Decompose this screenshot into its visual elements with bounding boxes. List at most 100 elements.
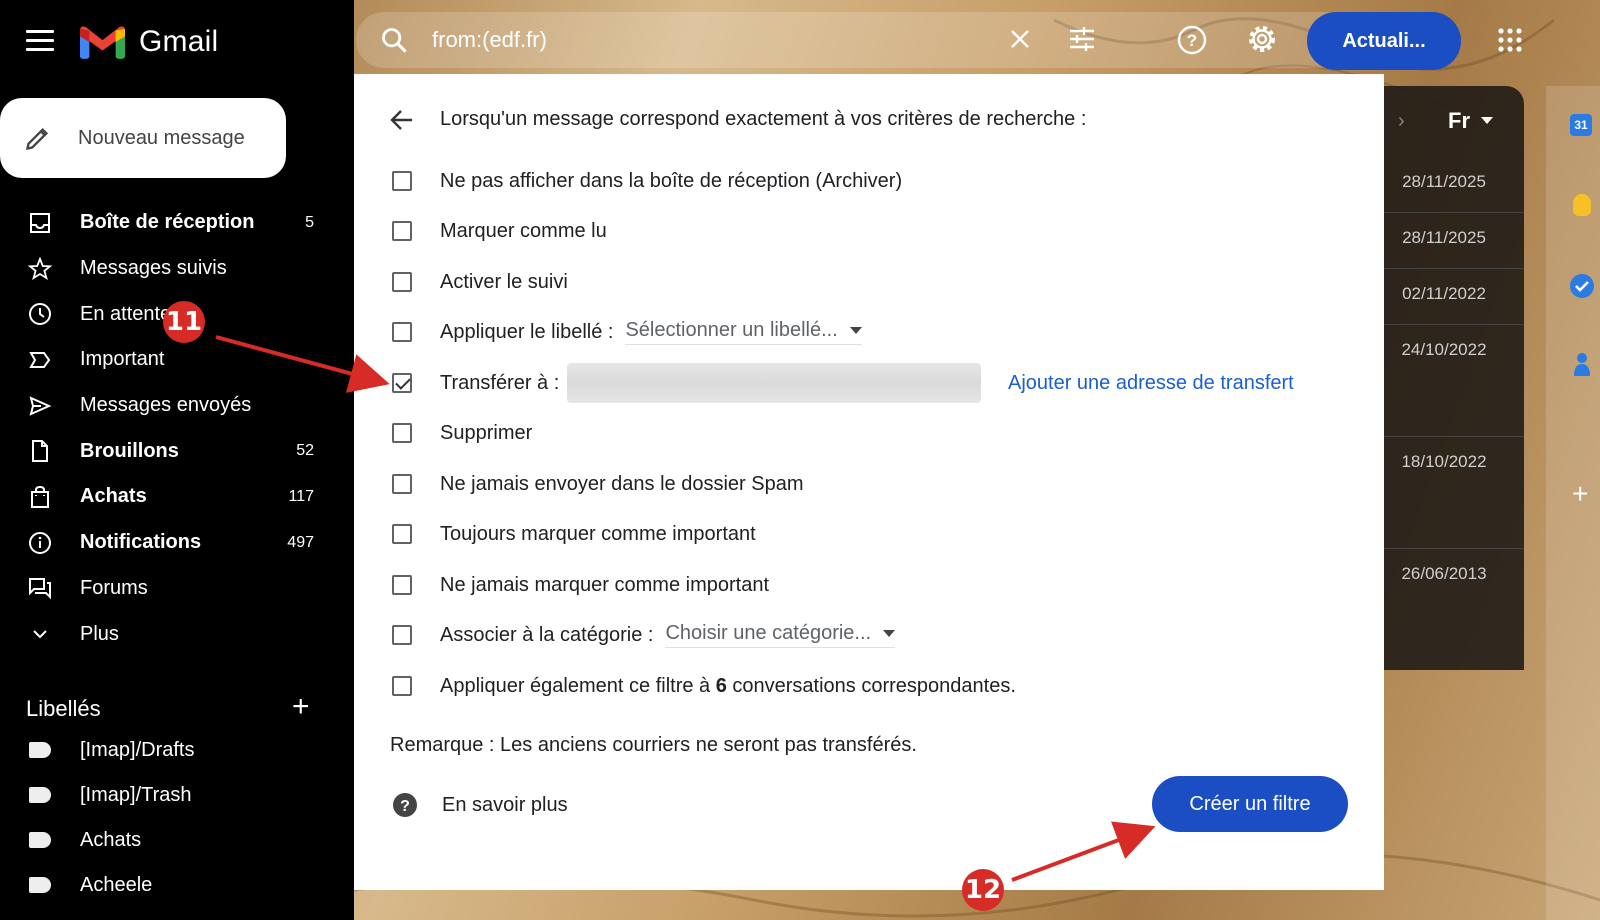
option-label-suffix: conversations correspondantes. [732, 674, 1016, 697]
row-divider [1364, 324, 1524, 325]
label-item[interactable]: Achats [0, 820, 330, 860]
caret-down-icon[interactable] [1481, 117, 1493, 130]
label-item[interactable]: [Imap]/Drafts [0, 730, 330, 770]
gmail-logo[interactable]: Gmail [80, 20, 218, 64]
filter-option: Marquer comme lu [392, 216, 607, 246]
sidebar-item-label: En attente [80, 302, 172, 325]
sidebar-item-label: Messages envoyés [80, 394, 252, 417]
label-tag-icon [29, 877, 51, 893]
send-icon [27, 393, 53, 419]
back-arrow-icon[interactable] [390, 108, 414, 132]
labels-heading: Libellés [26, 696, 101, 721]
update-button[interactable]: Actuali... [1307, 12, 1461, 70]
compose-button[interactable]: Nouveau message [0, 98, 286, 178]
label-name: [Imap]/Drafts [80, 738, 195, 761]
label-item[interactable]: [Imap]/Trash [0, 775, 330, 815]
sidebar-item-notifications[interactable]: Notifications 497 [0, 520, 330, 566]
unread-count: 497 [287, 533, 314, 551]
filter-option: Activer le suivi [392, 267, 568, 297]
settings-icon[interactable] [1245, 22, 1279, 56]
draft-icon [27, 438, 53, 464]
sidebar-item-messages-suivis[interactable]: Messages suivis [0, 246, 330, 292]
add-forwarding-address-link[interactable]: Ajouter une adresse de transfert [1008, 372, 1294, 395]
svg-text:?: ? [1187, 31, 1197, 50]
search-input[interactable]: from:(edf.fr) [432, 27, 547, 53]
option-dropdown[interactable]: Choisir une catégorie... [665, 622, 896, 648]
filter-option: Associer à la catégorie : Choisir une cat… [392, 620, 896, 650]
tasks-icon[interactable] [1570, 274, 1594, 298]
clear-search-icon[interactable] [1009, 28, 1031, 50]
chevron-right-icon[interactable]: › [1398, 110, 1405, 133]
learn-more-label: En savoir plus [442, 793, 568, 816]
svg-text:?: ? [400, 798, 410, 815]
row-divider [1364, 548, 1524, 549]
option-label: Appliquer le libellé : [440, 320, 614, 343]
sidebar-item-label: Plus [80, 622, 119, 645]
option-checkbox[interactable] [392, 625, 412, 645]
option-checkbox[interactable] [392, 272, 412, 292]
language-selector[interactable]: Fr [1448, 108, 1470, 134]
sidebar-item-label: Forums [80, 576, 148, 599]
option-checkbox[interactable] [392, 423, 412, 443]
add-addon-icon[interactable]: + [1572, 478, 1588, 510]
message-date[interactable]: 26/06/2013 [1364, 564, 1524, 584]
dropdown-value: Choisir une catégorie... [665, 622, 872, 644]
sidebar-item-forums[interactable]: Forums [0, 566, 330, 612]
option-checkbox[interactable] [392, 676, 412, 696]
label-tag-icon [29, 742, 51, 758]
contacts-icon[interactable] [1574, 352, 1590, 376]
help-icon[interactable]: ? [1176, 24, 1208, 56]
message-date[interactable]: 24/10/2022 [1364, 340, 1524, 360]
forwarding-note: Remarque : Les anciens courriers ne sero… [390, 734, 917, 756]
label-tag-icon [29, 832, 51, 848]
sidebar-item-plus[interactable]: Plus [0, 611, 330, 657]
calendar-icon[interactable]: 31 [1570, 114, 1592, 136]
sidebar-item-label: Notifications [80, 531, 202, 554]
add-label-icon[interactable]: + [292, 692, 310, 722]
option-checkbox[interactable] [392, 171, 412, 191]
option-checkbox[interactable] [392, 373, 412, 393]
main-menu-icon[interactable] [26, 30, 54, 52]
check-icon [1575, 281, 1589, 292]
sidebar-item-label: Achats [80, 485, 147, 508]
sidebar: Gmail Nouveau message Boîte de réception… [0, 0, 354, 920]
option-label: Activer le suivi [440, 270, 568, 293]
option-checkbox[interactable] [392, 221, 412, 241]
search-icon[interactable] [380, 26, 408, 54]
option-label: Toujours marquer comme important [440, 522, 756, 545]
sidebar-item-important[interactable]: Important [0, 337, 330, 383]
message-date[interactable]: 18/10/2022 [1364, 452, 1524, 472]
search-options-icon[interactable] [1068, 26, 1096, 52]
dropdown-value: Sélectionner un libellé... [625, 319, 838, 341]
shopping-bag-icon [27, 484, 53, 510]
filter-option: Ne pas afficher dans la boîte de récepti… [392, 166, 902, 196]
message-date[interactable]: 28/11/2025 [1364, 228, 1524, 248]
option-dropdown[interactable]: Sélectionner un libellé... [625, 319, 862, 345]
option-checkbox[interactable] [392, 524, 412, 544]
option-checkbox[interactable] [392, 474, 412, 494]
sidebar-item-achats[interactable]: Achats 117 [0, 474, 330, 520]
option-checkbox[interactable] [392, 322, 412, 342]
label-name: Acheele [80, 873, 153, 896]
keep-icon[interactable] [1573, 194, 1591, 216]
apps-grid-icon[interactable] [1498, 28, 1522, 52]
dialog-title: Lorsqu'un message correspond exactement … [440, 108, 1087, 130]
option-checkbox[interactable] [392, 575, 412, 595]
sidebar-item-label: Boîte de réception [80, 211, 255, 234]
forward-address-select[interactable] [567, 363, 982, 403]
clock-icon [27, 301, 53, 327]
label-item[interactable]: Acheele [0, 865, 330, 905]
option-label-prefix: Appliquer également ce filtre à [440, 674, 711, 697]
option-label: Ne pas afficher dans la boîte de récepti… [440, 169, 903, 192]
sidebar-item-boite-de-reception[interactable]: Boîte de réception 5 [0, 200, 330, 246]
message-date[interactable]: 28/11/2025 [1364, 172, 1524, 192]
star-icon [27, 256, 53, 282]
sidebar-item-messages-envoyes[interactable]: Messages envoyés [0, 383, 330, 429]
app-name: Gmail [139, 25, 219, 58]
learn-more-link[interactable]: ? En savoir plus [392, 792, 568, 818]
sidebar-item-brouillons[interactable]: Brouillons 52 [0, 428, 330, 474]
message-date[interactable]: 02/11/2022 [1364, 284, 1524, 304]
filter-option: Supprimer [392, 418, 532, 448]
create-filter-button[interactable]: Créer un filtre [1152, 776, 1348, 832]
caret-down-icon [849, 327, 862, 340]
